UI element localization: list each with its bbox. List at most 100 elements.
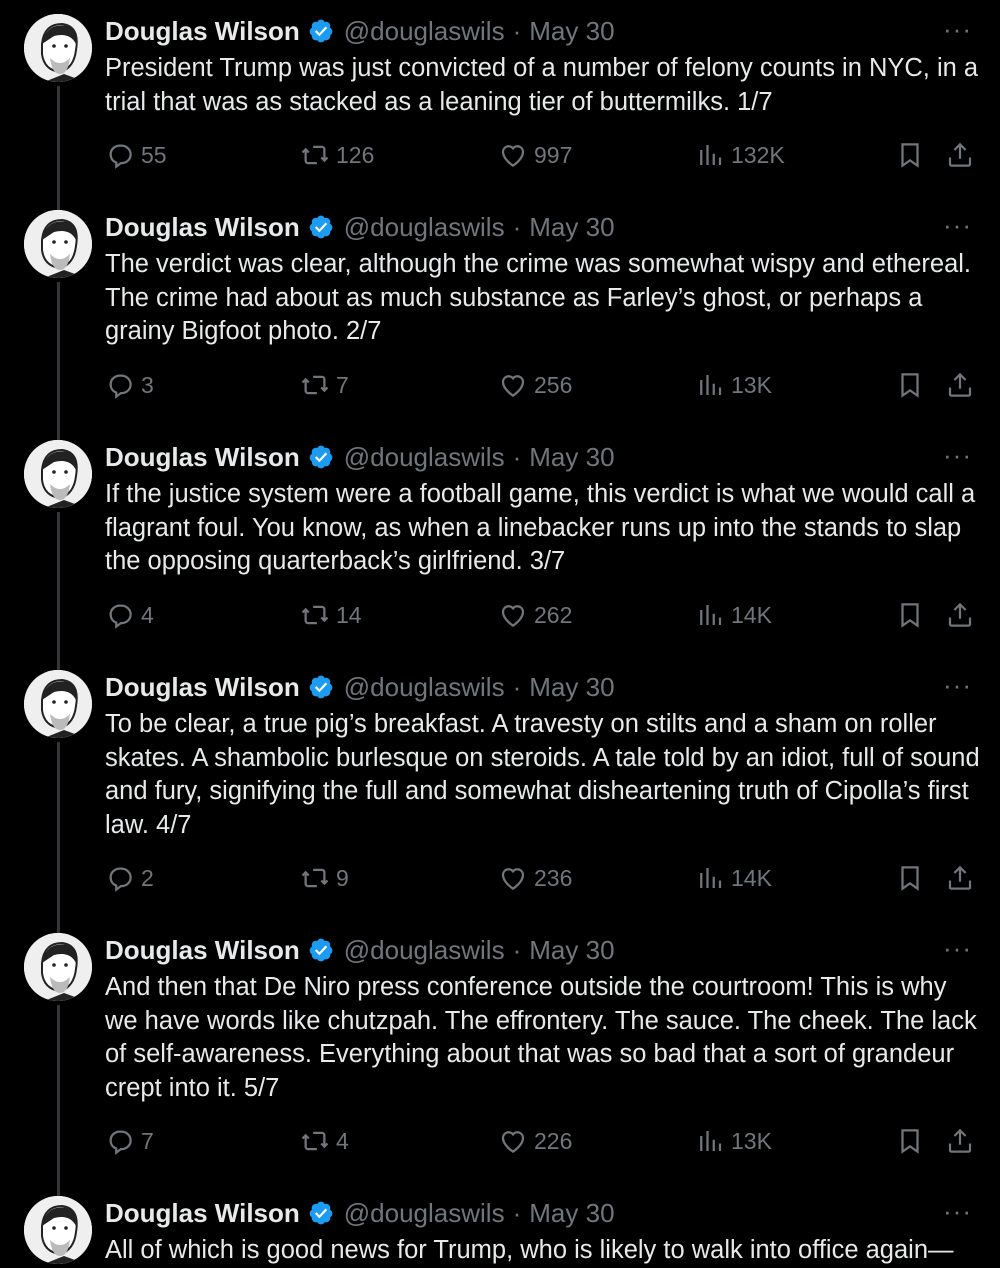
avatar[interactable]	[24, 933, 92, 1001]
reply-button[interactable]: 4	[105, 597, 154, 633]
author-handle[interactable]: @douglaswils	[344, 935, 505, 966]
views-count: 14K	[731, 864, 772, 891]
more-icon[interactable]: ···	[943, 670, 972, 700]
tweet-text: And then that De Niro press conference o…	[105, 973, 977, 1102]
author-handle[interactable]: @douglaswils	[344, 442, 505, 473]
views-count: 13K	[731, 371, 772, 398]
separator: ·	[512, 441, 522, 472]
tweet-date[interactable]: May 30	[529, 212, 614, 243]
reply-icon	[109, 374, 132, 399]
separator: ·	[512, 15, 522, 46]
share-button[interactable]	[945, 597, 975, 633]
repost-button[interactable]: 126	[300, 137, 374, 173]
reply-button[interactable]: 55	[105, 137, 167, 173]
like-button[interactable]: 256	[498, 367, 572, 403]
avatar[interactable]	[24, 14, 92, 82]
more-icon[interactable]: ···	[943, 14, 972, 44]
repost-icon	[301, 1131, 329, 1151]
tweet-text: To be clear, a true pig’s breakfast. A t…	[105, 710, 980, 839]
like-icon	[501, 145, 525, 167]
reply-count: 3	[141, 371, 154, 398]
bookmark-icon	[901, 866, 919, 891]
tweet-header: Douglas Wilson @douglaswils · May 30	[105, 14, 980, 48]
share-button[interactable]	[945, 860, 975, 896]
author-name[interactable]: Douglas Wilson	[105, 16, 300, 47]
repost-count: 4	[336, 1127, 349, 1154]
share-icon	[948, 865, 972, 890]
views-count: 13K	[731, 1127, 772, 1154]
tweet-text: The verdict was clear, although the crim…	[105, 250, 972, 345]
repost-icon	[301, 868, 329, 888]
separator: ·	[512, 211, 522, 242]
bookmark-button[interactable]	[895, 597, 925, 633]
like-button[interactable]: 262	[498, 597, 572, 633]
author-name[interactable]: Douglas Wilson	[105, 935, 300, 966]
avatar[interactable]	[24, 210, 92, 278]
tweet-header: Douglas Wilson @douglaswils · May 30	[105, 933, 980, 967]
author-handle[interactable]: @douglaswils	[344, 1198, 505, 1229]
author-handle[interactable]: @douglaswils	[344, 672, 505, 703]
more-icon[interactable]: ···	[943, 440, 972, 470]
tweet-actions: 55 126 997 132K	[105, 137, 975, 173]
author-name[interactable]: Douglas Wilson	[105, 1198, 300, 1229]
author-name[interactable]: Douglas Wilson	[105, 442, 300, 473]
repost-count: 7	[336, 371, 349, 398]
like-icon	[501, 1131, 525, 1153]
bookmark-button[interactable]	[895, 367, 925, 403]
share-button[interactable]	[945, 1123, 975, 1159]
views-button[interactable]: 14K	[695, 860, 772, 896]
views-button[interactable]: 14K	[695, 597, 772, 633]
tweet-date[interactable]: May 30	[529, 672, 614, 703]
separator: ·	[512, 671, 522, 702]
tweet-date[interactable]: May 30	[529, 1198, 614, 1229]
reply-button[interactable]: 3	[105, 367, 154, 403]
like-button[interactable]: 997	[498, 137, 572, 173]
bookmark-button[interactable]	[895, 1123, 925, 1159]
views-icon	[700, 605, 722, 625]
like-button[interactable]: 236	[498, 860, 572, 896]
repost-button[interactable]: 4	[300, 1123, 349, 1159]
tweet-actions: 3 7 256 13K	[105, 367, 975, 403]
author-handle[interactable]: @douglaswils	[344, 16, 505, 47]
share-button[interactable]	[945, 137, 975, 173]
tweet-text: All of which is good news for Trump, who…	[105, 1236, 954, 1264]
verified-badge-icon	[309, 215, 333, 239]
reply-button[interactable]: 2	[105, 860, 154, 896]
thread-line	[57, 512, 60, 672]
avatar[interactable]	[24, 440, 92, 508]
reply-count: 7	[141, 1127, 154, 1154]
tweet-date[interactable]: May 30	[529, 935, 614, 966]
tweet-date[interactable]: May 30	[529, 442, 614, 473]
tweet-actions: 7 4 226 13K	[105, 1123, 975, 1159]
more-icon[interactable]: ···	[943, 210, 972, 240]
tweet-header: Douglas Wilson @douglaswils · May 30	[105, 210, 980, 244]
tweet-text: President Trump was just convicted of a …	[105, 54, 979, 116]
repost-button[interactable]: 14	[300, 597, 362, 633]
tweet-date[interactable]: May 30	[529, 16, 614, 47]
bookmark-button[interactable]	[895, 860, 925, 896]
more-icon[interactable]: ···	[943, 933, 972, 963]
tweet-header: Douglas Wilson @douglaswils · May 30	[105, 440, 980, 474]
author-name[interactable]: Douglas Wilson	[105, 672, 300, 703]
share-button[interactable]	[945, 367, 975, 403]
views-button[interactable]: 13K	[695, 1123, 772, 1159]
reply-button[interactable]: 7	[105, 1123, 154, 1159]
more-icon[interactable]: ···	[943, 1196, 972, 1226]
like-icon	[501, 375, 525, 397]
repost-button[interactable]: 9	[300, 860, 349, 896]
views-icon	[700, 1131, 722, 1151]
avatar[interactable]	[24, 670, 92, 738]
verified-badge-icon	[309, 19, 333, 43]
bookmark-icon	[901, 143, 919, 168]
avatar[interactable]	[24, 1196, 92, 1264]
repost-button[interactable]: 7	[300, 367, 349, 403]
views-count: 132K	[731, 141, 785, 168]
bookmark-button[interactable]	[895, 137, 925, 173]
author-name[interactable]: Douglas Wilson	[105, 212, 300, 243]
views-button[interactable]: 132K	[695, 137, 785, 173]
thread-line	[57, 1005, 60, 1197]
reply-icon	[109, 604, 132, 629]
views-button[interactable]: 13K	[695, 367, 772, 403]
author-handle[interactable]: @douglaswils	[344, 212, 505, 243]
like-button[interactable]: 226	[498, 1123, 572, 1159]
